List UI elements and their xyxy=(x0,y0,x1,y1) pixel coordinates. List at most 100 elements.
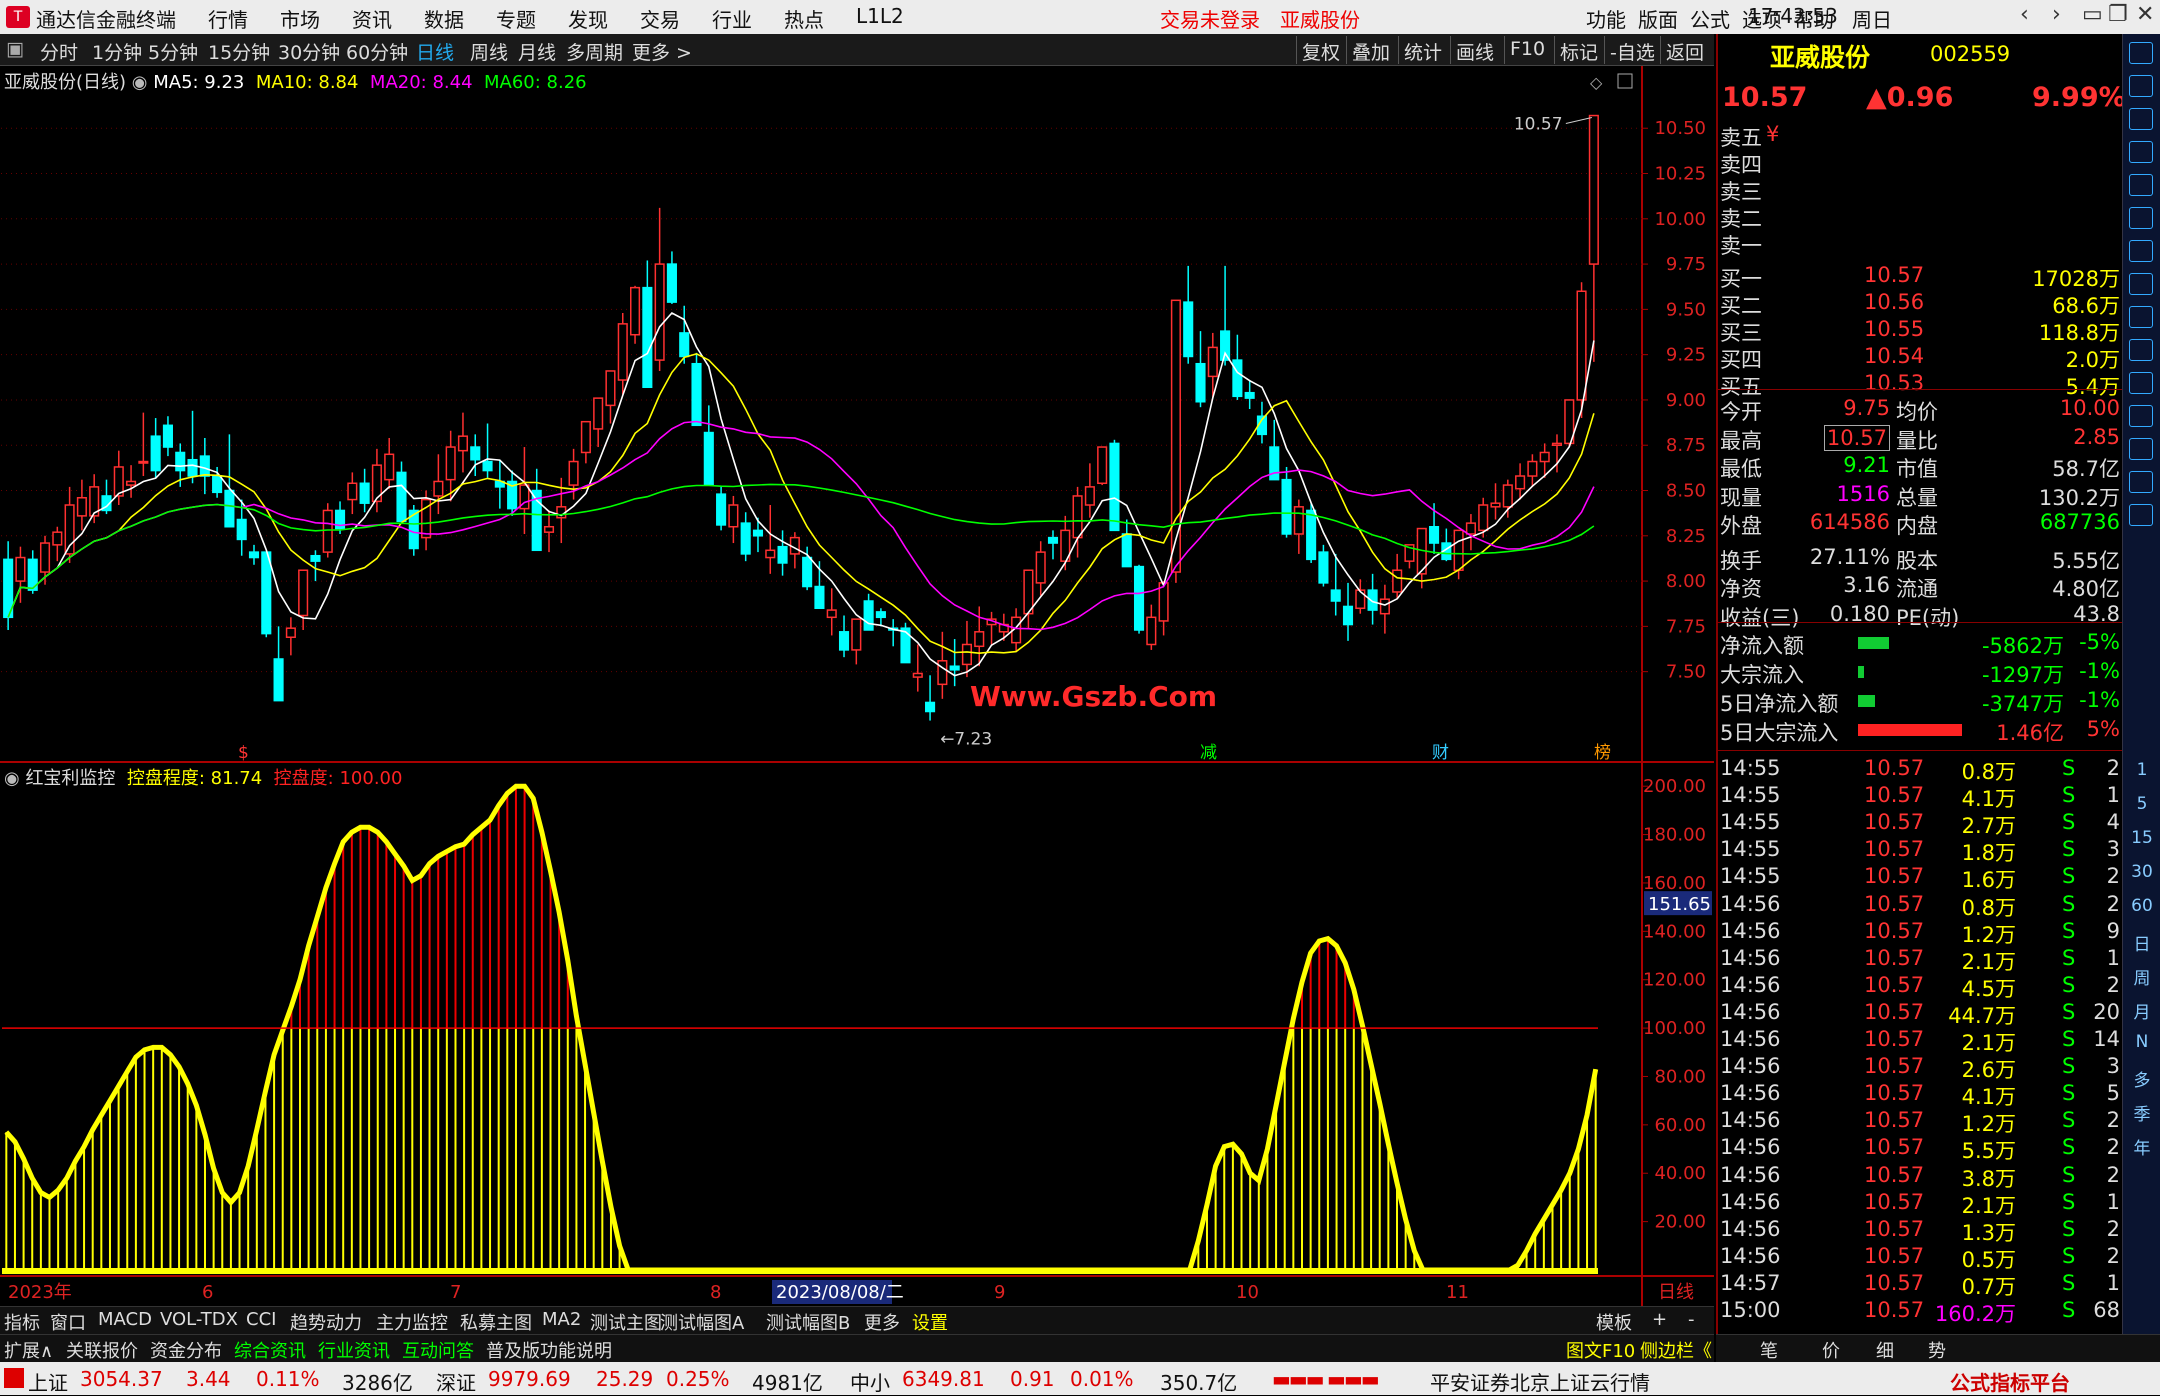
side-period-9[interactable]: 多 xyxy=(2123,1066,2160,1091)
menu-0[interactable]: 行情 xyxy=(208,4,248,33)
minimize-icon[interactable]: ▭ xyxy=(2082,2,2103,27)
indicator-tab-9[interactable]: 测试主图 xyxy=(590,1309,662,1335)
indicator-tab-5[interactable]: 趋势动力 xyxy=(290,1309,362,1335)
period-tab-0[interactable]: 分时 xyxy=(40,38,78,65)
side-tool-icon-1[interactable] xyxy=(2129,75,2153,97)
indicator-tab-8[interactable]: MA2 xyxy=(542,1309,581,1330)
indicator-tab-11[interactable]: 测试幅图B xyxy=(766,1309,850,1335)
quote-tab-3[interactable]: 势 xyxy=(1928,1337,1946,1363)
ext-tab-1[interactable]: 关联报价 xyxy=(66,1337,138,1363)
menu-5[interactable]: 发现 xyxy=(568,4,608,33)
indicator-tab-10[interactable]: 测试幅图A xyxy=(660,1309,744,1335)
ext-tab-6[interactable]: 普及版功能说明 xyxy=(486,1337,612,1363)
side-tool-icon-7[interactable] xyxy=(2129,273,2153,295)
forward-icon[interactable]: › xyxy=(2052,2,2061,27)
period-tab-6[interactable]: 日线 xyxy=(416,38,454,65)
side-period-0[interactable]: 1 xyxy=(2123,760,2160,780)
indicator-tab-3[interactable]: VOL-TDX xyxy=(160,1309,238,1330)
tool-tab-0[interactable]: 复权 xyxy=(1302,38,1340,65)
indicator-tab-2[interactable]: MACD xyxy=(98,1309,152,1330)
indicator-name[interactable]: 红宝利监控 xyxy=(25,768,115,789)
indicator-tab-4[interactable]: CCI xyxy=(246,1309,276,1330)
quote-tab-0[interactable]: 笔 xyxy=(1760,1337,1778,1363)
indicator-tab-0[interactable]: 指标 xyxy=(4,1309,40,1335)
ext-right-1[interactable]: 侧边栏《 xyxy=(1640,1337,1712,1363)
ext-right-0[interactable]: 图文F10 xyxy=(1566,1337,1635,1363)
indicator-menu-icon[interactable]: ◉ xyxy=(4,768,25,789)
period-tab-5[interactable]: 60分钟 xyxy=(346,38,408,65)
tool-tab-5[interactable]: 标记 xyxy=(1560,38,1598,65)
side-tool-icon-8[interactable] xyxy=(2129,306,2153,328)
ext-tab-4[interactable]: 行业资讯 xyxy=(318,1337,390,1363)
indicator-tab-1[interactable]: 窗口 xyxy=(50,1309,86,1335)
side-tool-icon-14[interactable] xyxy=(2129,504,2153,526)
period-tab-4[interactable]: 30分钟 xyxy=(278,38,340,65)
menu-2[interactable]: 资讯 xyxy=(352,4,392,33)
side-tool-icon-13[interactable] xyxy=(2129,471,2153,493)
menu-7[interactable]: 行业 xyxy=(712,4,752,33)
legend-gear-icon[interactable]: ◉ xyxy=(132,72,153,93)
ext-tab-2[interactable]: 资金分布 xyxy=(150,1337,222,1363)
tool-tab-2[interactable]: 统计 xyxy=(1404,38,1442,65)
panel-toggle-icon[interactable]: ▣ xyxy=(6,38,24,60)
side-period-10[interactable]: 季 xyxy=(2123,1100,2160,1125)
tool-tab-6[interactable]: -自选 xyxy=(1610,38,1655,65)
tool-tab-4[interactable]: F10 xyxy=(1510,38,1545,60)
side-tool-icon-2[interactable] xyxy=(2129,108,2153,130)
ext-tab-3[interactable]: 综合资讯 xyxy=(234,1337,306,1363)
side-tool-icon-9[interactable] xyxy=(2129,339,2153,361)
menu-right-2[interactable]: 公式 xyxy=(1690,4,1730,33)
tool-tab-3[interactable]: 画线 xyxy=(1456,38,1494,65)
menu-right-0[interactable]: 功能 xyxy=(1586,4,1626,33)
side-tool-icon-3[interactable] xyxy=(2129,141,2153,163)
menu-4[interactable]: 专题 xyxy=(496,4,536,33)
period-tab-7[interactable]: 周线 xyxy=(470,38,508,65)
chart-area[interactable]: 7.50 7.75 8.00 8.25 8.50 8.75 9.00 9.25 9.50 9.75… xyxy=(0,66,1714,1306)
template-btn-1[interactable]: + xyxy=(1652,1309,1667,1330)
side-tool-icon-10[interactable] xyxy=(2129,372,2153,394)
indicator-tab-13[interactable]: 设置 xyxy=(912,1309,948,1335)
menu-right-1[interactable]: 版面 xyxy=(1638,4,1678,33)
ext-tab-0[interactable]: 扩展∧ xyxy=(4,1337,53,1363)
indicator-tab-12[interactable]: 更多 xyxy=(864,1309,900,1335)
menu-3[interactable]: 数据 xyxy=(424,4,464,33)
template-btn-2[interactable]: - xyxy=(1688,1309,1695,1330)
side-tool-icon-11[interactable] xyxy=(2129,405,2153,427)
tool-tab-7[interactable]: 返回 xyxy=(1666,38,1704,65)
menu-1[interactable]: 市场 xyxy=(280,4,320,33)
restore-icon[interactable]: ❐ xyxy=(2108,2,2128,27)
close-icon[interactable]: ✕ xyxy=(2136,2,2154,27)
period-tab-2[interactable]: 5分钟 xyxy=(148,38,198,65)
back-icon[interactable]: ‹ xyxy=(2020,2,2029,27)
indicator-tab-6[interactable]: 主力监控 xyxy=(376,1309,448,1335)
menu-9[interactable]: L1L2 xyxy=(856,4,904,28)
side-period-8[interactable]: N xyxy=(2123,1032,2160,1052)
menu-6[interactable]: 交易 xyxy=(640,4,680,33)
side-tool-icon-12[interactable] xyxy=(2129,438,2153,460)
side-period-5[interactable]: 日 xyxy=(2123,930,2160,955)
period-tab-1[interactable]: 1分钟 xyxy=(92,38,142,65)
login-status[interactable]: 交易未登录 xyxy=(1160,4,1260,33)
side-tool-icon-6[interactable] xyxy=(2129,240,2153,262)
side-tool-icon-4[interactable] xyxy=(2129,174,2153,196)
template-btn-0[interactable]: 模板 xyxy=(1596,1309,1632,1335)
ext-tab-5[interactable]: 互动问答 xyxy=(402,1337,474,1363)
period-tab-10[interactable]: 更多 > xyxy=(632,38,692,65)
menu-8[interactable]: 热点 xyxy=(784,4,824,33)
side-period-3[interactable]: 30 xyxy=(2123,862,2160,882)
side-period-4[interactable]: 60 xyxy=(2123,896,2160,916)
period-tab-9[interactable]: 多周期 xyxy=(566,38,623,65)
side-period-1[interactable]: 5 xyxy=(2123,794,2160,814)
side-tool-icon-5[interactable] xyxy=(2129,207,2153,229)
side-tool-icon-0[interactable] xyxy=(2129,42,2153,64)
side-period-2[interactable]: 15 xyxy=(2123,828,2160,848)
side-period-6[interactable]: 周 xyxy=(2123,964,2160,989)
period-tab-3[interactable]: 15分钟 xyxy=(208,38,270,65)
tool-tab-1[interactable]: 叠加 xyxy=(1352,38,1390,65)
quote-tab-1[interactable]: 价 xyxy=(1822,1337,1840,1363)
quote-tab-2[interactable]: 细 xyxy=(1876,1337,1894,1363)
side-period-7[interactable]: 月 xyxy=(2123,998,2160,1023)
indicator-tab-7[interactable]: 私募主图 xyxy=(460,1309,532,1335)
period-tab-8[interactable]: 月线 xyxy=(518,38,556,65)
side-period-11[interactable]: 年 xyxy=(2123,1134,2160,1159)
